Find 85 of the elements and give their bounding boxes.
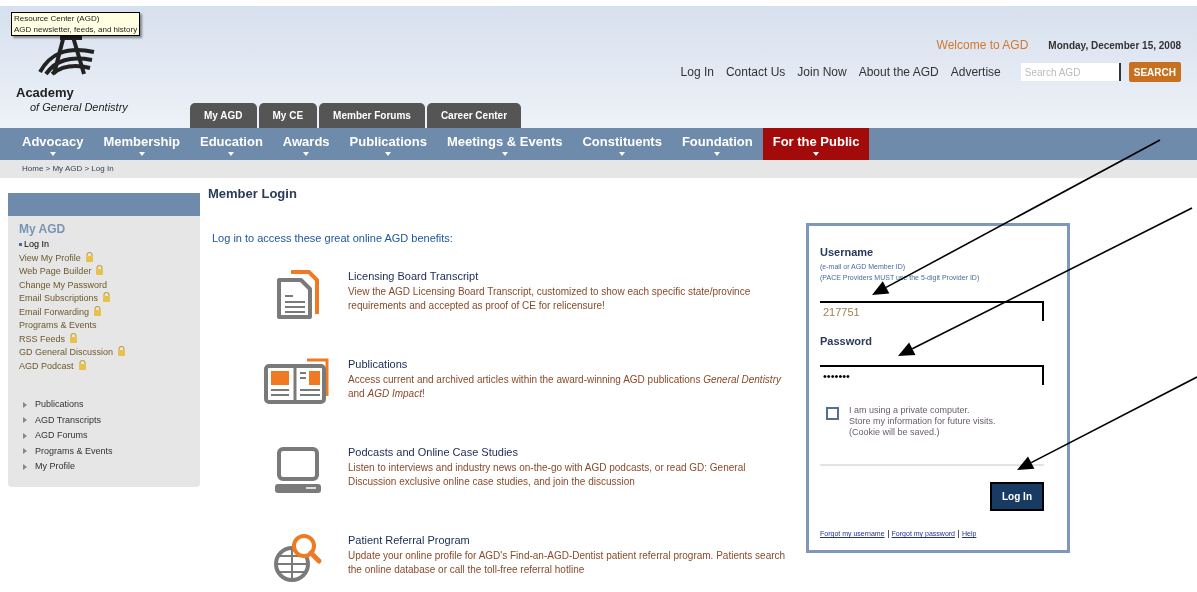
expand-icon <box>23 401 27 408</box>
username-field[interactable]: 217751 <box>820 300 1044 321</box>
sidebar-link[interactable]: View My Profile <box>19 251 200 265</box>
nav-item[interactable]: Foundation <box>671 128 763 160</box>
remember-text: (Cookie will be saved.) <box>849 427 941 438</box>
sidebar-link[interactable]: Log In <box>19 238 200 252</box>
benefit-description: Update your online profile for AGD's Find-an-AGD-Dentist patient referral program. Patients search the online database or call the toll-free referral hotline <box>348 548 787 577</box>
benefit-title[interactable]: Licensing Board Transcript <box>348 268 788 285</box>
benefit-title[interactable]: Podcasts and Online Case Studies <box>348 444 788 461</box>
page-title: Member Login <box>208 185 298 203</box>
lock-icon <box>77 359 87 370</box>
caret-icon <box>228 151 235 156</box>
member-tab[interactable]: Member Forums <box>319 103 425 128</box>
header-link[interactable]: Join Now <box>797 63 847 81</box>
laptop-icon <box>272 444 324 496</box>
caret-icon <box>714 151 721 156</box>
welcome-text: Welcome to AGD <box>936 37 1029 54</box>
lock-icon <box>102 292 112 302</box>
sidebar-section[interactable]: AGD Transcripts <box>23 412 200 428</box>
nav-item[interactable]: Membership <box>93 128 190 160</box>
lock-icon <box>69 332 79 343</box>
nav-item[interactable]: Awards <box>272 128 340 160</box>
sidebar-link[interactable]: Change My Password <box>19 278 200 292</box>
header-link[interactable]: About the AGD <box>858 63 939 81</box>
globe-search-icon <box>272 532 324 584</box>
header-link[interactable]: Contact Us <box>725 63 786 81</box>
caret-icon <box>138 151 145 156</box>
password-field[interactable]: ••••••• <box>820 365 1044 385</box>
benefit-description: View the AGD Licensing Board Transcript, customized to show each specific state/province requirements and accepted as proof of CE for relicensure! <box>348 284 752 313</box>
sidebar-link[interactable]: Web Page Builder <box>19 265 200 279</box>
remember-text: Store my information for future visits. <box>849 416 996 427</box>
remember-checkbox[interactable] <box>826 407 839 420</box>
sidebar-link[interactable]: Programs & Events <box>19 319 200 333</box>
caret-icon <box>303 151 310 156</box>
search-button[interactable]: SEARCH <box>1128 62 1181 82</box>
bullet-icon <box>19 243 22 247</box>
nav-item[interactable]: Constituents <box>572 128 672 160</box>
date-text: Monday, December 15, 2008 <box>1048 39 1181 53</box>
sidebar-link[interactable]: Email Subscriptions <box>19 292 200 306</box>
nav-item[interactable]: Education <box>190 128 273 160</box>
sidebar-section[interactable]: AGD Forums <box>23 428 200 444</box>
caret-icon <box>813 151 819 156</box>
sidebar-title: My AGD <box>19 221 67 238</box>
sidebar-link[interactable]: AGD Podcast <box>19 359 200 373</box>
header-link[interactable]: Advertise <box>950 63 1001 81</box>
nav-item[interactable]: Advocacy <box>12 128 94 160</box>
lock-icon <box>117 346 127 356</box>
benefit-description: Access current and archived articles within the award-winning AGD publications General Dentistry and AGD Impact! <box>348 372 783 401</box>
caret-icon <box>501 151 508 156</box>
search-field[interactable]: Search AGD <box>1020 63 1121 81</box>
expand-icon <box>23 448 27 455</box>
expand-icon <box>23 463 27 470</box>
sidebar-link[interactable]: RSS Feeds <box>19 332 200 346</box>
nav-item[interactable]: Meetings & Events <box>436 128 573 160</box>
sidebar-link[interactable]: Email Forwarding <box>19 305 200 319</box>
logo-tagline: of General Dentistry <box>30 100 129 115</box>
sidebar-link[interactable]: GD General Discussion <box>19 346 200 360</box>
nav-item[interactable]: Publications <box>339 128 437 160</box>
password-label: Password <box>820 333 873 349</box>
caret-icon <box>385 151 392 156</box>
sidebar-section[interactable]: My Profile <box>23 459 200 475</box>
nav-item[interactable]: For the Public <box>762 128 870 160</box>
lock-icon <box>95 265 105 275</box>
benefit-title[interactable]: Patient Referral Program <box>348 532 788 549</box>
sidebar-section[interactable]: Programs & Events <box>23 443 200 459</box>
header-link[interactable]: Log In <box>680 63 714 81</box>
username-label: Username <box>820 245 875 260</box>
caret-icon <box>49 151 56 156</box>
benefit-title[interactable]: Publications <box>348 356 788 373</box>
breadcrumb: Home > My AGD > Log In <box>22 163 114 175</box>
login-button[interactable]: Log In <box>990 482 1044 511</box>
expand-icon <box>23 432 27 439</box>
member-tab[interactable]: Career Center <box>426 103 522 128</box>
tooltip: Resource Center (AGD) AGD newsletter, feeds, and history <box>11 12 141 36</box>
lock-icon <box>84 251 94 262</box>
logo-name: Academy <box>16 86 75 99</box>
benefit-description: Listen to interviews and industry news on-the-go with AGD podcasts, or read GD: General Discussion exclusive online case studies, and join the discussion <box>348 460 747 489</box>
lock-icon <box>93 305 103 316</box>
intro-text: Log in to access these great online AGD benefits: <box>212 230 454 246</box>
member-tab[interactable]: My AGD <box>190 103 257 128</box>
sidebar-section[interactable]: Publications <box>23 397 200 413</box>
caret-icon <box>619 151 626 156</box>
expand-icon <box>23 417 27 424</box>
remember-text: I am using a private computer. <box>849 405 971 416</box>
member-tab[interactable]: My CE <box>258 103 318 128</box>
